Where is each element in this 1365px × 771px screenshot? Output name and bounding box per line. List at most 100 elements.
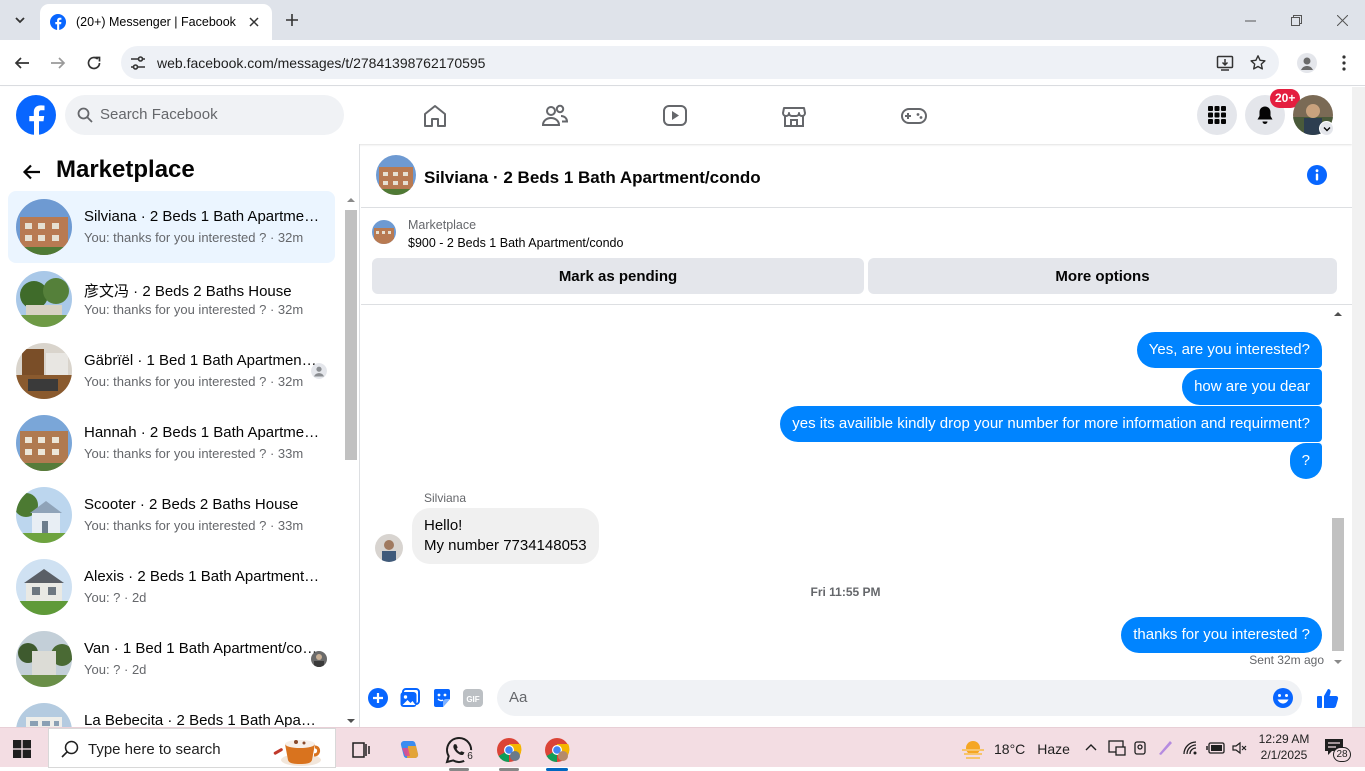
conversation-item[interactable]: Alexis · 2 Beds 1 Bath Apartment/condo Y… bbox=[8, 551, 335, 623]
incoming-message-line: Hello! bbox=[424, 517, 463, 534]
browser-tab[interactable]: (20+) Messenger | Facebook bbox=[40, 4, 272, 40]
conversation-preview: You: thanks for you interested ? · 32m bbox=[84, 230, 304, 245]
outgoing-message[interactable]: thanks for you interested ? bbox=[1121, 617, 1322, 653]
conversation-item[interactable]: Scooter · 2 Beds 2 Baths House You: than… bbox=[8, 479, 335, 551]
forward-button[interactable] bbox=[47, 52, 69, 74]
info-icon[interactable] bbox=[1307, 165, 1327, 185]
thumbs-up-icon[interactable] bbox=[1316, 686, 1340, 710]
conversation-name: 彦文冯 · 2 Beds 2 Baths House bbox=[84, 283, 292, 300]
conversation-item[interactable]: Gäbrïël · 1 Bed 1 Bath Apartment/condo Y… bbox=[8, 335, 335, 407]
conversation-avatar bbox=[16, 199, 72, 255]
windows-start-icon[interactable] bbox=[13, 740, 31, 758]
sender-avatar[interactable] bbox=[375, 534, 403, 562]
system-tray bbox=[1084, 737, 1248, 759]
weather-condition: Haze bbox=[1037, 741, 1070, 757]
search-icon bbox=[61, 740, 79, 758]
chat-title[interactable]: Silviana · 2 Beds 1 Bath Apartment/condo bbox=[424, 168, 761, 188]
copilot-button[interactable] bbox=[394, 734, 426, 766]
weather-widget[interactable]: 18°C Haze bbox=[960, 736, 1070, 762]
outgoing-message[interactable]: Yes, are you interested? bbox=[1136, 332, 1322, 368]
profile-button[interactable] bbox=[1296, 52, 1318, 74]
whatsapp-button[interactable]: 6 bbox=[443, 734, 477, 771]
chrome-button[interactable] bbox=[541, 734, 573, 771]
reload-button[interactable] bbox=[83, 52, 105, 74]
chat-avatar[interactable] bbox=[376, 155, 416, 195]
conversation-preview: You: thanks for you interested ? · 32m bbox=[84, 374, 304, 389]
account-menu-caret[interactable] bbox=[1319, 121, 1334, 136]
facebook-logo-icon[interactable] bbox=[16, 95, 56, 135]
notification-center-button[interactable]: 28 bbox=[1324, 738, 1351, 762]
install-app-icon[interactable] bbox=[1216, 54, 1234, 72]
outgoing-message[interactable]: how are you dear bbox=[1182, 369, 1322, 405]
chat-scroll-thumb[interactable] bbox=[1332, 518, 1344, 651]
facebook-search-input[interactable]: Search Facebook bbox=[65, 95, 344, 135]
browser-tab-bar: (20+) Messenger | Facebook bbox=[0, 0, 1365, 40]
conversation-preview: You: ? · 2d bbox=[84, 662, 147, 677]
more-options-button[interactable]: More options bbox=[868, 258, 1337, 294]
address-bar[interactable]: web.facebook.com/messages/t/278413987621… bbox=[121, 46, 1279, 79]
speaker-muted-icon[interactable] bbox=[1232, 740, 1248, 756]
new-tab-button[interactable] bbox=[282, 10, 302, 30]
clock-time: 12:29 AM bbox=[1258, 732, 1310, 746]
restore-button[interactable] bbox=[1273, 0, 1319, 40]
outgoing-message[interactable]: ? bbox=[1289, 443, 1322, 479]
close-window-button[interactable] bbox=[1319, 0, 1365, 40]
arrow-right-icon bbox=[51, 57, 66, 69]
chevron-up-icon[interactable] bbox=[1084, 741, 1098, 755]
task-view-button[interactable] bbox=[345, 734, 377, 766]
browser-menu-button[interactable] bbox=[1333, 52, 1355, 74]
conversation-item[interactable]: Hannah · 2 Beds 1 Bath Apartment/condo Y… bbox=[8, 407, 335, 479]
conversation-avatar bbox=[16, 559, 72, 615]
friends-icon[interactable] bbox=[541, 102, 569, 130]
task-view-icon bbox=[352, 742, 370, 758]
tab-close-icon[interactable] bbox=[246, 14, 262, 30]
listing-thumbnail[interactable] bbox=[372, 220, 396, 244]
tab-search-button[interactable] bbox=[7, 7, 33, 33]
plus-icon bbox=[286, 14, 298, 26]
sidebar-scroll-thumb[interactable] bbox=[345, 210, 357, 460]
outgoing-message[interactable]: yes its availible kindly drop your numbe… bbox=[780, 406, 1322, 442]
gif-icon[interactable]: GIF bbox=[462, 687, 484, 709]
watch-video-icon[interactable] bbox=[661, 102, 689, 130]
back-arrow-icon[interactable] bbox=[21, 161, 43, 183]
site-settings-icon[interactable] bbox=[129, 54, 147, 72]
emoji-icon[interactable] bbox=[1272, 687, 1294, 709]
page-scrollbar[interactable] bbox=[1352, 87, 1365, 727]
chrome-profile-button[interactable] bbox=[493, 734, 525, 771]
window-controls bbox=[1227, 0, 1365, 40]
conversation-item[interactable]: Van · 1 Bed 1 Bath Apartment/condo You: … bbox=[8, 623, 335, 695]
home-icon[interactable] bbox=[421, 102, 449, 130]
conversation-item[interactable]: La Bebecita · 2 Beds 1 Bath Apartment/co… bbox=[8, 695, 335, 727]
sticker-icon[interactable] bbox=[431, 687, 453, 709]
gaming-icon[interactable] bbox=[900, 102, 928, 130]
marketplace-icon[interactable] bbox=[780, 102, 808, 130]
listing-title[interactable]: $900 - 2 Beds 1 Bath Apartment/condo bbox=[408, 236, 623, 250]
conversation-name: Alexis · 2 Beds 1 Bath Apartment/condo bbox=[84, 568, 320, 585]
svg-text:GIF: GIF bbox=[466, 695, 479, 704]
taskbar-search-input[interactable]: Type here to search bbox=[48, 728, 336, 768]
taskbar-clock[interactable]: 12:29 AM 2/1/2025 bbox=[1254, 731, 1314, 763]
incoming-message[interactable]: Hello! My number 7734148053 bbox=[412, 508, 599, 564]
message-input[interactable]: Aa bbox=[497, 680, 1302, 716]
conversation-item[interactable]: 彦文冯 · 2 Beds 2 Baths House You: thanks f… bbox=[8, 263, 335, 335]
chat-scrollbar[interactable] bbox=[1331, 306, 1345, 671]
pen-icon[interactable] bbox=[1156, 739, 1174, 757]
mark-as-pending-button[interactable]: Mark as pending bbox=[372, 258, 864, 294]
chevron-down-icon bbox=[1323, 126, 1330, 131]
conversation-item[interactable]: Silviana · 2 Beds 1 Bath Apartment/condo… bbox=[8, 191, 335, 263]
back-button[interactable] bbox=[11, 52, 33, 74]
camera-icon[interactable] bbox=[1132, 740, 1148, 756]
minimize-button[interactable] bbox=[1227, 0, 1273, 40]
message-input-placeholder: Aa bbox=[509, 689, 528, 706]
wifi-icon[interactable] bbox=[1182, 740, 1200, 756]
menu-button[interactable] bbox=[1197, 95, 1237, 135]
facebook-favicon-icon bbox=[50, 14, 66, 30]
conversation-name: Hannah · 2 Beds 1 Bath Apartment/condo bbox=[84, 424, 320, 441]
bookmark-star-icon[interactable] bbox=[1249, 54, 1267, 72]
photo-icon[interactable] bbox=[399, 687, 421, 709]
sidebar-scrollbar[interactable] bbox=[344, 192, 358, 727]
screen-share-icon[interactable] bbox=[1108, 740, 1126, 756]
battery-icon[interactable] bbox=[1206, 741, 1226, 755]
whatsapp-badge: 6 bbox=[463, 750, 477, 764]
plus-circle-icon[interactable] bbox=[367, 687, 389, 709]
